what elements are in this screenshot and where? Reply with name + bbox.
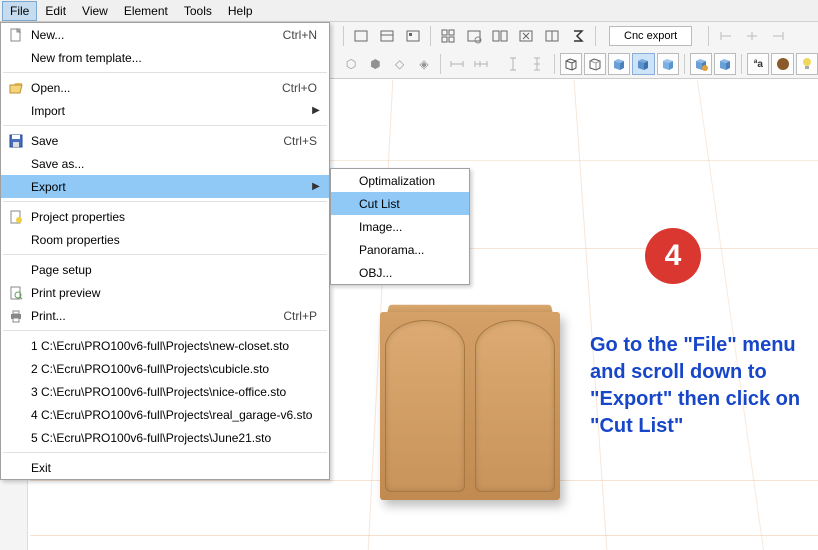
tool-icon[interactable]: ⬢ [364, 53, 386, 75]
menu-recent-file[interactable]: 1 C:\Ecru\PRO100v6-full\Projects\new-clo… [1, 334, 329, 357]
print-preview-icon [5, 286, 27, 300]
menu-recent-file[interactable]: 5 C:\Ecru\PRO100v6-full\Projects\June21.… [1, 426, 329, 449]
view-hidden-icon[interactable] [584, 53, 606, 75]
align-icon[interactable] [766, 25, 790, 47]
tool-icon[interactable] [401, 25, 425, 47]
tool-icon[interactable] [488, 25, 512, 47]
menu-edit[interactable]: Edit [37, 1, 74, 21]
submenu-image[interactable]: Image... [331, 215, 469, 238]
print-icon [5, 309, 27, 323]
menu-page-setup[interactable]: Page setup [1, 258, 329, 281]
menu-import[interactable]: Import ▶ [1, 99, 329, 122]
menu-help[interactable]: Help [220, 1, 261, 21]
step-badge: 4 [645, 228, 701, 284]
menu-file[interactable]: File [2, 1, 37, 21]
cnc-export-button[interactable]: Cnc export [609, 26, 692, 46]
material-icon[interactable] [771, 53, 793, 75]
menu-view[interactable]: View [74, 1, 116, 21]
submenu-panorama[interactable]: Panorama... [331, 238, 469, 261]
menu-export[interactable]: Export ▶ [1, 175, 329, 198]
menu-save-as[interactable]: Save as... [1, 152, 329, 175]
menubar: File Edit View Element Tools Help [0, 0, 818, 22]
menu-recent-file[interactable]: 3 C:\Ecru\PRO100v6-full\Projects\nice-of… [1, 380, 329, 403]
folder-open-icon [5, 81, 27, 95]
view-shaded-icon[interactable] [632, 53, 654, 75]
tool-icon[interactable] [514, 25, 538, 47]
tool-icon[interactable]: ⬡ [340, 53, 362, 75]
dim-icon[interactable] [526, 53, 548, 75]
tool-icon[interactable]: ◈ [413, 53, 435, 75]
submenu-obj[interactable]: OBJ... [331, 261, 469, 284]
export-submenu: Optimalization Cut List Image... Panoram… [330, 168, 470, 285]
menu-open[interactable]: Open... Ctrl+O [1, 76, 329, 99]
instruction-text: Go to the "File" menu and scroll down to… [590, 332, 805, 440]
tool-icon[interactable] [540, 25, 564, 47]
menu-recent-file[interactable]: 4 C:\Ecru\PRO100v6-full\Projects\real_ga… [1, 403, 329, 426]
align-icon[interactable] [740, 25, 764, 47]
light-icon[interactable] [796, 53, 818, 75]
save-icon [5, 134, 27, 148]
menu-project-properties[interactable]: Project properties [1, 205, 329, 228]
menu-element[interactable]: Element [116, 1, 176, 21]
view-textured-icon[interactable] [657, 53, 679, 75]
view-extra2-icon[interactable] [714, 53, 736, 75]
menu-recent-file[interactable]: 2 C:\Ecru\PRO100v6-full\Projects\cubicle… [1, 357, 329, 380]
submenu-optimalization[interactable]: Optimalization [331, 169, 469, 192]
tool-icon[interactable]: ◇ [389, 53, 411, 75]
menu-print[interactable]: Print... Ctrl+P [1, 304, 329, 327]
view-extra-icon[interactable] [690, 53, 712, 75]
tool-icon[interactable] [462, 25, 486, 47]
align-icon[interactable] [714, 25, 738, 47]
new-file-icon [5, 28, 27, 42]
submenu-cut-list[interactable]: Cut List [331, 192, 469, 215]
menu-new[interactable]: New... Ctrl+N [1, 23, 329, 46]
properties-icon [5, 210, 27, 224]
tool-icon[interactable] [436, 25, 460, 47]
view-solid-icon[interactable] [608, 53, 630, 75]
dim-icon[interactable] [502, 53, 524, 75]
file-dropdown: New... Ctrl+N New from template... Open.… [0, 22, 330, 480]
sum-icon[interactable] [566, 25, 590, 47]
submenu-arrow-icon: ▶ [311, 105, 321, 116]
cabinet-model[interactable] [380, 300, 560, 500]
tool-icon[interactable] [349, 25, 373, 47]
menu-exit[interactable]: Exit [1, 456, 329, 479]
view-wireframe-icon[interactable] [560, 53, 582, 75]
tool-icon[interactable] [375, 25, 399, 47]
menu-tools[interactable]: Tools [176, 1, 220, 21]
menu-save[interactable]: Save Ctrl+S [1, 129, 329, 152]
dim-icon[interactable] [470, 53, 492, 75]
dim-icon[interactable] [446, 53, 468, 75]
menu-new-template[interactable]: New from template... [1, 46, 329, 69]
text-label-icon[interactable]: ªa [747, 53, 769, 75]
menu-room-properties[interactable]: Room properties [1, 228, 329, 251]
menu-print-preview[interactable]: Print preview [1, 281, 329, 304]
submenu-arrow-icon: ▶ [311, 181, 321, 192]
